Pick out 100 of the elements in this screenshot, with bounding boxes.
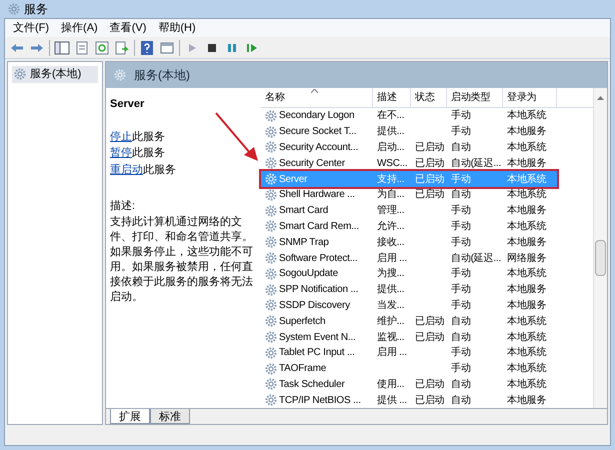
export-icon[interactable]: [114, 40, 130, 56]
table-cell-text: 本地系统: [507, 378, 546, 392]
service-row[interactable]: SSDP Discovery 当发... 手动 本地服务: [261, 298, 557, 314]
table-cell-text: 本地系统: [507, 188, 546, 202]
service-row[interactable]: Shell Hardware ... 为自... 已启动 自动 本地系统: [261, 186, 557, 203]
table-cell-text: 已启动: [415, 140, 444, 155]
table-cell-text: 网络服务: [507, 252, 546, 266]
table-cell-text: 自动: [451, 188, 471, 202]
table-cell-text: 维护...: [377, 314, 404, 329]
service-row[interactable]: TAOFrame 手动 本地系统: [261, 360, 557, 377]
table-cell-text: TAOFrame: [279, 362, 326, 376]
table-cell-text: TCP/IP NetBIOS ...: [279, 394, 361, 408]
table-cell-text: 提供...: [377, 283, 404, 298]
menu-item[interactable]: 帮助(H): [158, 20, 196, 36]
service-row[interactable]: Security Center WSC... 已启动 自动(延迟... 本地服务: [261, 155, 557, 172]
table-cell-text: 手动: [451, 204, 471, 218]
service-action-link[interactable]: 停止: [110, 128, 132, 145]
table-cell-text: SPP Notification ...: [279, 283, 358, 298]
table-cell-text: Superfetch: [279, 314, 326, 329]
gear-icon: [265, 284, 277, 296]
column-header[interactable]: 登录为: [503, 88, 557, 107]
table-cell-text: 手动: [451, 266, 471, 282]
table-cell-text: WSC...: [377, 156, 408, 171]
table-cell-text: 手动: [451, 236, 471, 250]
table-cell-text: 使用...: [377, 378, 404, 392]
service-action-link[interactable]: 重启动: [110, 162, 143, 178]
gear-icon: [265, 315, 277, 328]
table-cell-text: 提供 ...: [377, 394, 407, 408]
menu-item[interactable]: 查看(V): [110, 20, 146, 36]
table-cell-text: 已启动: [415, 378, 444, 392]
gear-icon: [265, 331, 277, 344]
table-cell-text: 管理...: [377, 204, 404, 218]
gear-icon: [114, 69, 126, 81]
service-row[interactable]: SogouUpdate 为搜... 手动 本地系统: [261, 266, 557, 282]
service-row[interactable]: Software Protect... 启用 ... 自动(延迟... 网络服务: [261, 250, 557, 266]
service-row[interactable]: Security Account... 启动... 已启动 自动 本地系统: [261, 140, 557, 156]
help-icon[interactable]: [139, 40, 155, 56]
column-header[interactable]: 状态: [411, 88, 447, 107]
panel-header: 服务(本地): [106, 62, 607, 88]
service-row[interactable]: Task Scheduler 使用... 已启动 自动 本地系统: [261, 376, 557, 392]
service-row[interactable]: System Event N... 监视... 已启动 自动 本地系统: [261, 329, 557, 345]
service-row[interactable]: Secondary Logon 在不... 手动 本地系统: [261, 108, 557, 124]
table-cell-text: 手动: [451, 124, 471, 140]
table-cell-text: 启用 ...: [377, 346, 407, 360]
table-cell-text: 已启动: [415, 330, 444, 345]
table-cell-text: 本地系统: [507, 330, 546, 345]
gear-icon: [265, 173, 277, 186]
table-cell-text: Security Center: [279, 156, 345, 171]
table-cell-text: 本地系统: [507, 266, 546, 282]
service-row[interactable]: Superfetch 维护... 已启动 自动 本地系统: [261, 313, 557, 330]
gear-icon: [265, 188, 277, 201]
service-action-link[interactable]: 暂停: [110, 145, 132, 162]
service-row[interactable]: SPP Notification ... 提供... 手动 本地服务: [261, 282, 557, 298]
gear-icon: [265, 236, 277, 248]
service-row[interactable]: SNMP Trap 接收... 手动 本地服务: [261, 234, 557, 250]
table-cell-text: SSDP Discovery: [279, 298, 350, 313]
action-label: 此服务: [132, 130, 165, 144]
gear-icon: [265, 362, 277, 375]
gear-icon: [265, 268, 277, 280]
column-header[interactable]: 名称: [261, 88, 373, 107]
gear-icon: [265, 126, 277, 138]
table-cell-text: 本地系统: [507, 362, 546, 376]
view-tab[interactable]: 扩展: [110, 409, 150, 424]
table-cell-text: System Event N...: [279, 330, 356, 345]
table-cell-text: Server: [279, 172, 308, 187]
table-cell-text: 本地服务: [507, 236, 546, 250]
menu-item[interactable]: 操作(A): [61, 20, 98, 36]
gear-icon: [265, 204, 277, 217]
sort-ascending-icon: [311, 89, 318, 93]
tree-item[interactable]: 服务(本地): [12, 66, 98, 82]
column-header[interactable]: 启动类型: [447, 88, 503, 107]
gear-icon: [265, 110, 277, 122]
view-tab[interactable]: 标准: [150, 409, 190, 424]
service-row[interactable]: Smart Card Rem... 允许... 手动 本地系统: [261, 218, 557, 234]
scrollbar-thumb[interactable]: [595, 240, 606, 276]
table-cell-text: 启用 ...: [377, 252, 407, 266]
table-cell-text: Secondary Logon: [279, 109, 354, 124]
service-row[interactable]: Smart Card 管理... 手动 本地服务: [261, 202, 557, 219]
table-cell-text: 手动: [451, 298, 471, 313]
service-row[interactable]: Secure Socket T... 提供... 手动 本地服务: [261, 124, 557, 140]
menu-item[interactable]: 文件(F): [13, 20, 50, 36]
gear-icon: [265, 252, 277, 264]
table-cell-text: Security Account...: [279, 140, 358, 155]
properties-icon[interactable]: [74, 40, 90, 56]
gear-icon: [265, 157, 277, 170]
scrollbar[interactable]: [593, 88, 607, 408]
column-header[interactable]: 描述: [373, 88, 411, 107]
gear-icon: [265, 141, 277, 154]
window-icon[interactable]: [159, 40, 175, 56]
table-cell-text: 提供...: [377, 125, 404, 140]
services-icon: [8, 3, 20, 15]
service-row[interactable]: Tablet PC Input ... 启用 ... 手动 本地系统: [261, 344, 557, 361]
gear-icon: [265, 394, 277, 406]
console-tree-icon[interactable]: [54, 40, 70, 56]
service-row[interactable]: TCP/IP NetBIOS ... 提供 ... 已启动 自动 本地服务: [261, 392, 557, 408]
table-cell-text: 已启动: [415, 188, 444, 202]
table-cell-text: 本地服务: [507, 298, 546, 313]
table-cell-text: 手动: [451, 108, 471, 124]
scroll-up-icon[interactable]: [597, 96, 604, 100]
refresh-icon[interactable]: [94, 40, 110, 56]
